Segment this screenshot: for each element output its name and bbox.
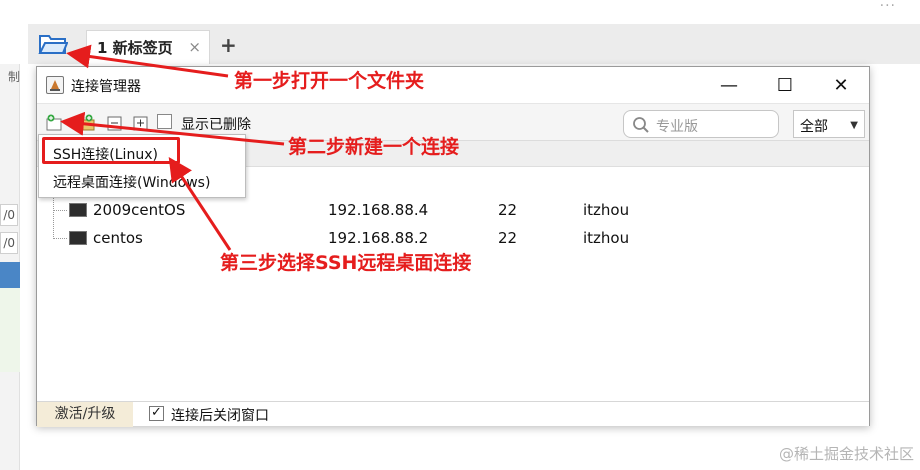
watermark: @稀土掘金技术社区 bbox=[778, 445, 914, 463]
annotation-step3: 第三步选择SSH远程桌面连接 bbox=[220, 252, 472, 274]
arrow-step1 bbox=[66, 44, 229, 78]
annotation-arrows bbox=[60, 44, 285, 251]
screenshot-root: ··· 1 新标签页 × + 制 /0 /0 连接管理器 — ☐ ✕ 显示已删除… bbox=[0, 0, 920, 470]
annotation-step2: 第二步新建一个连接 bbox=[288, 136, 460, 158]
arrow-step3 bbox=[168, 156, 232, 251]
annotation-step1: 第一步打开一个文件夹 bbox=[234, 70, 425, 92]
arrow-step2 bbox=[60, 111, 285, 146]
